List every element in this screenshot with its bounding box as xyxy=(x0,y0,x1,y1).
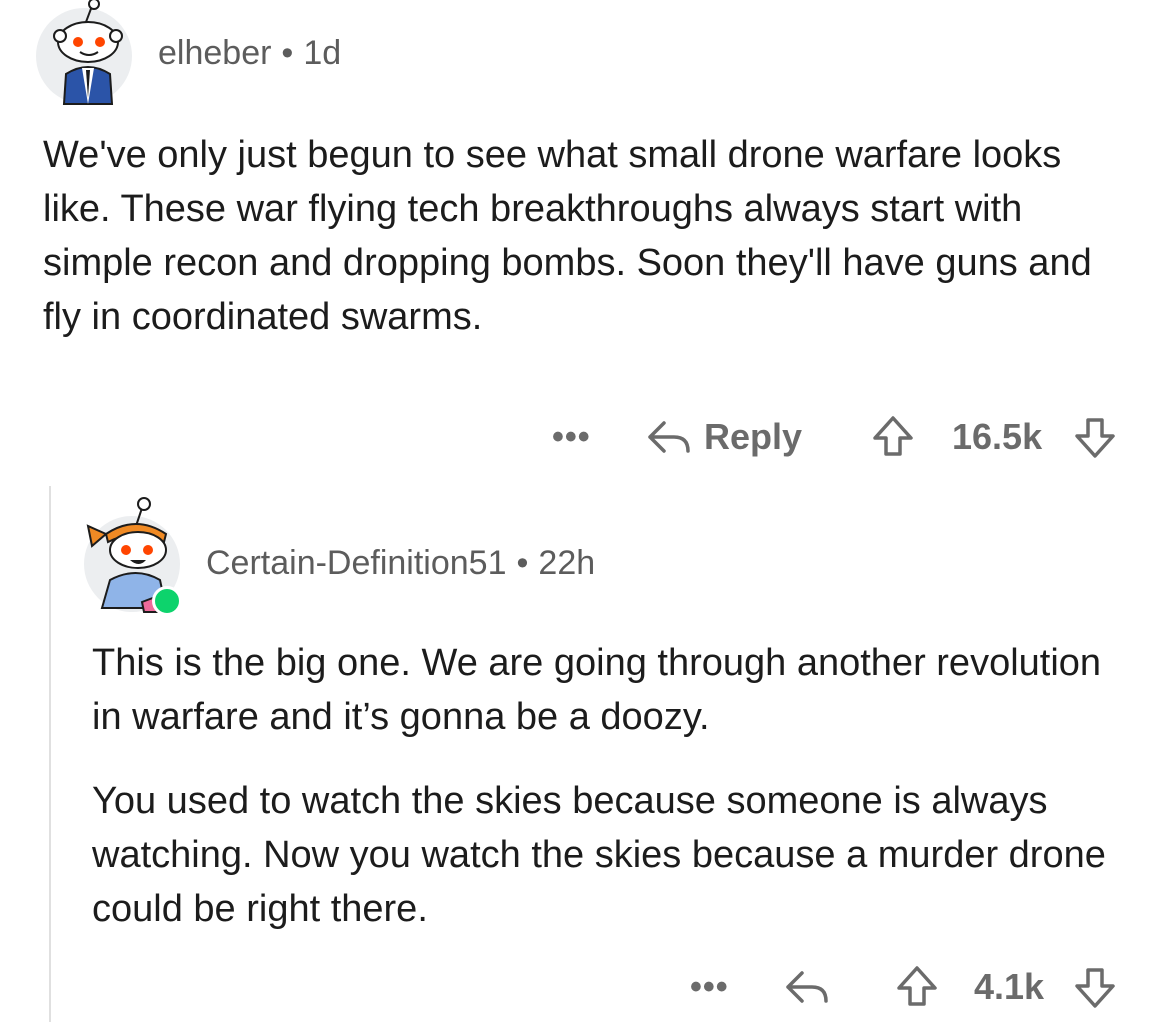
comment-actions: ••• Reply 16.5k xyxy=(0,412,1170,462)
comment-body: This is the big one. We are going throug… xyxy=(92,636,1122,936)
downvote-arrow-icon xyxy=(1075,418,1115,458)
meta-separator: • xyxy=(516,544,529,582)
reply-label: Reply xyxy=(704,416,803,457)
reply-button[interactable]: Reply xyxy=(646,412,802,462)
snoo-avatar-icon xyxy=(53,0,123,105)
comment-body: We've only just begun to see what small … xyxy=(43,128,1123,344)
comment-age: 1d xyxy=(303,34,342,72)
vote-score: 4.1k xyxy=(974,962,1044,1012)
username[interactable]: elheber xyxy=(158,34,271,72)
comment-paragraph: This is the big one. We are going throug… xyxy=(92,642,1102,738)
comment-meta: Certain-Definition51 • 22h xyxy=(206,544,595,583)
upvote-button[interactable] xyxy=(894,962,940,1012)
comment-meta: elheber • 1d xyxy=(158,34,341,73)
meta-separator: • xyxy=(281,34,294,72)
thread-line[interactable] xyxy=(49,486,51,1022)
online-status-indicator xyxy=(152,586,182,616)
username[interactable]: Certain-Definition51 xyxy=(206,544,507,582)
reply-arrow-icon xyxy=(786,971,828,1003)
more-options-icon: ••• xyxy=(552,417,591,456)
comment-actions: ••• 4.1k xyxy=(0,962,1170,1012)
downvote-button[interactable] xyxy=(1072,962,1118,1012)
reply-button[interactable] xyxy=(784,962,830,1012)
comment-paragraph: You used to watch the skies because some… xyxy=(92,780,1106,930)
downvote-arrow-icon xyxy=(1075,968,1115,1008)
avatar-elheber[interactable] xyxy=(36,0,132,105)
score-label: 4.1k xyxy=(974,966,1045,1007)
more-options-button[interactable]: ••• xyxy=(690,962,729,1012)
comment-age: 22h xyxy=(538,544,596,582)
downvote-button[interactable] xyxy=(1072,412,1118,462)
vote-score: 16.5k xyxy=(952,412,1042,462)
upvote-arrow-icon xyxy=(897,966,937,1006)
more-options-button[interactable]: ••• xyxy=(552,412,591,462)
reply-arrow-icon xyxy=(648,421,690,453)
comment-paragraph: We've only just begun to see what small … xyxy=(43,134,1092,338)
score-label: 16.5k xyxy=(952,416,1043,457)
upvote-arrow-icon xyxy=(873,416,913,456)
upvote-button[interactable] xyxy=(870,412,916,462)
more-options-icon: ••• xyxy=(690,967,729,1006)
